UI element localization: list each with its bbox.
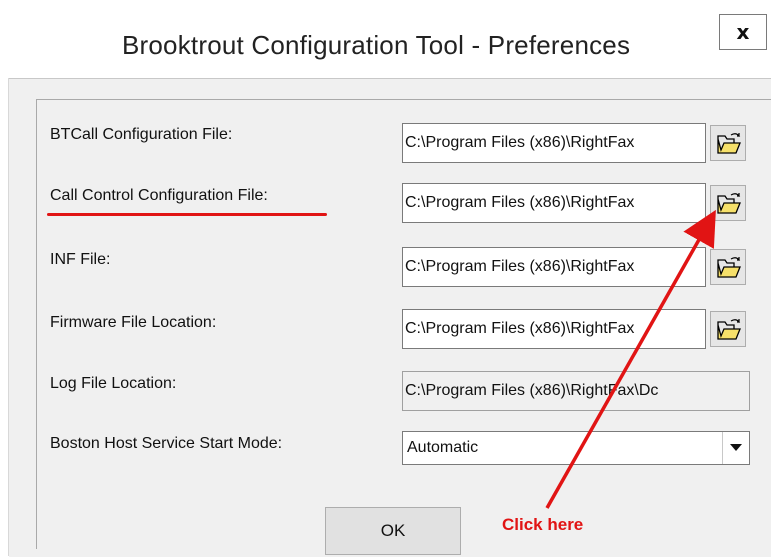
inf-file-label: INF File: (50, 251, 111, 268)
start-mode-label: Boston Host Service Start Mode: (50, 435, 283, 452)
dialog-client-area: BTCall Configuration File: C:\Program Fi… (9, 78, 771, 557)
preferences-dialog: Brooktrout Configuration Tool - Preferen… (0, 0, 771, 557)
log-location-label: Log File Location: (50, 375, 177, 392)
folder-open-icon (717, 193, 741, 214)
folder-open-icon (717, 257, 741, 278)
click-here-annotation: Click here (502, 515, 584, 534)
folder-open-icon (717, 319, 741, 340)
folder-open-icon (717, 133, 741, 154)
start-mode-value: Automatic (407, 439, 479, 456)
btcall-browse-button[interactable] (710, 125, 746, 161)
call-control-browse-button[interactable] (710, 185, 746, 221)
chevron-down-icon (730, 444, 742, 451)
title-bar: Brooktrout Configuration Tool - Preferen… (8, 0, 771, 78)
log-location-field: C:\Program Files (x86)\RightFax\Dc (402, 371, 750, 411)
window-title: Brooktrout Configuration Tool - Preferen… (122, 30, 631, 60)
red-underline-annotation (47, 213, 327, 216)
call-control-config-label: Call Control Configuration File: (50, 187, 268, 204)
inf-browse-button[interactable] (710, 249, 746, 285)
inf-file-field[interactable]: C:\Program Files (x86)\RightFax (402, 247, 706, 287)
background-window-edge (0, 0, 9, 556)
dropdown-arrow-button[interactable] (722, 432, 749, 464)
firmware-browse-button[interactable] (710, 311, 746, 347)
close-button[interactable]: x (719, 14, 767, 50)
btcall-config-label: BTCall Configuration File: (50, 126, 233, 143)
firmware-location-field[interactable]: C:\Program Files (x86)\RightFax (402, 309, 706, 349)
firmware-location-label: Firmware File Location: (50, 314, 217, 331)
btcall-config-field[interactable]: C:\Program Files (x86)\RightFax (402, 123, 706, 163)
start-mode-select[interactable]: Automatic (402, 431, 750, 465)
call-control-config-field[interactable]: C:\Program Files (x86)\RightFax (402, 183, 706, 223)
ok-button[interactable]: OK (325, 507, 461, 555)
